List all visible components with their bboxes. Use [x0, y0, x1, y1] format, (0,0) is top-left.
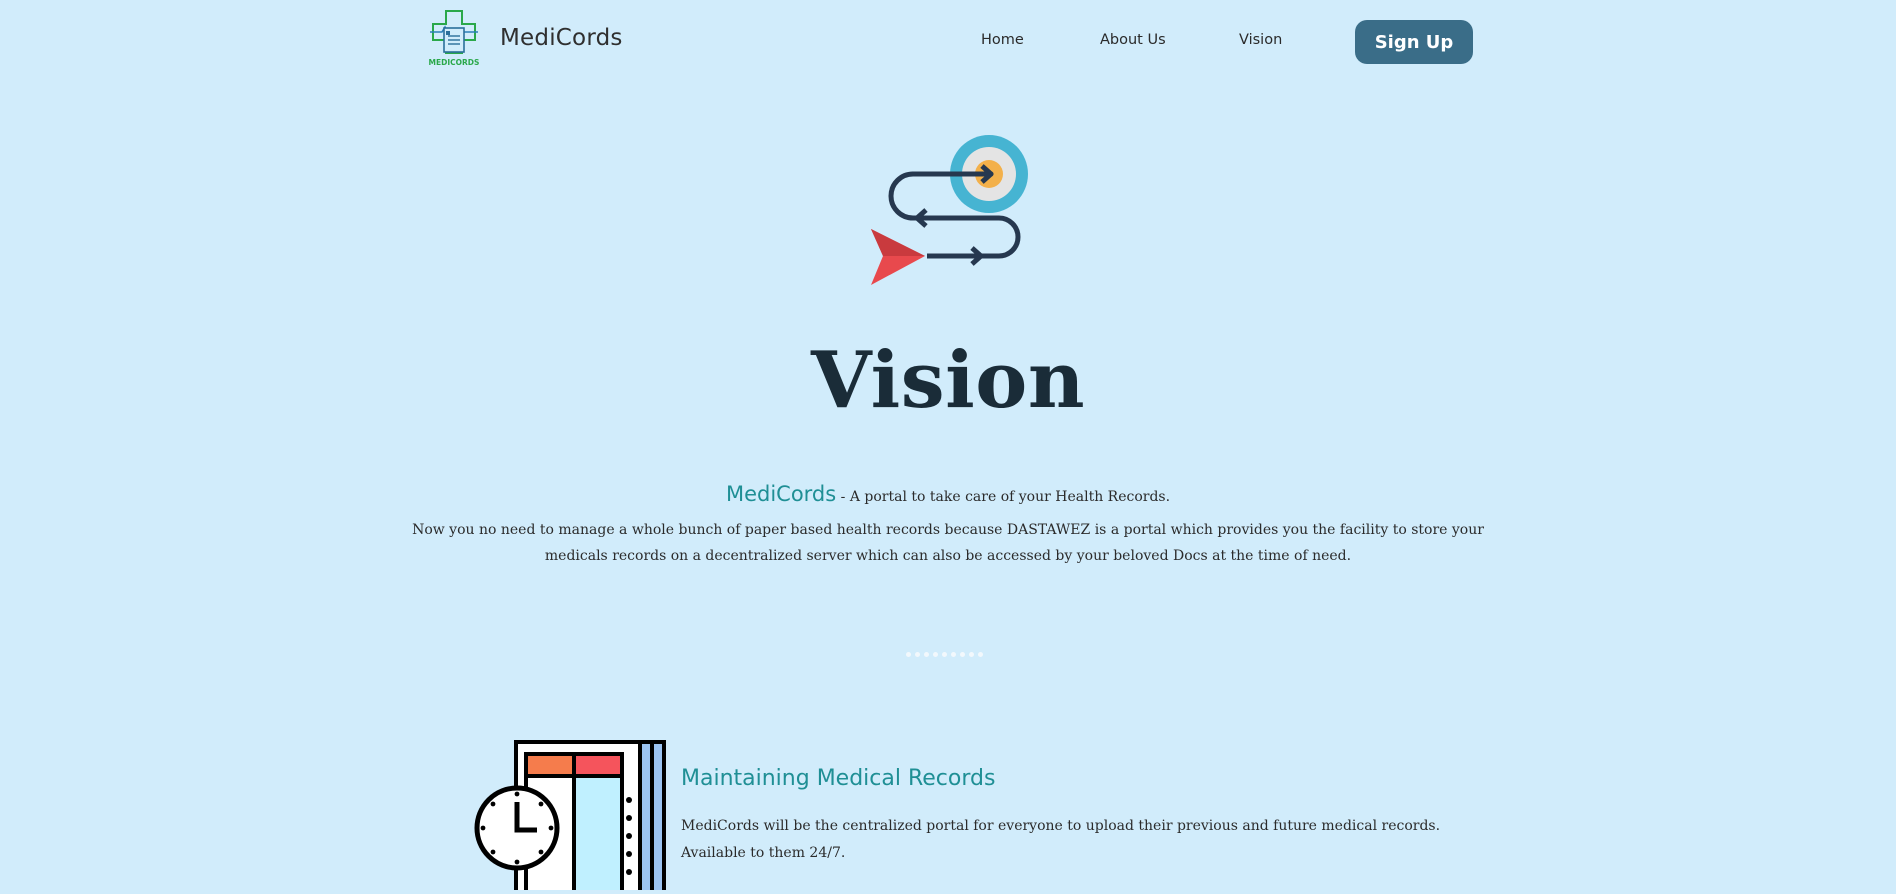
divider-dot — [960, 652, 965, 657]
feature-description: MediCords will be the centralized portal… — [681, 813, 1440, 867]
divider-dot — [942, 652, 947, 657]
medicords-logo[interactable]: MEDICORDS — [424, 8, 484, 68]
divider-dot — [969, 652, 974, 657]
section-divider-dots — [906, 652, 983, 657]
intro-brand: MediCords — [725, 482, 837, 506]
brand-name[interactable]: MediCords — [500, 25, 623, 51]
nav-link-home[interactable]: Home — [981, 32, 1024, 48]
feature-line-2: Available to them 24/7. — [681, 845, 846, 861]
page-title: Vision — [810, 335, 1086, 426]
divider-dot — [906, 652, 911, 657]
records-clock-icon — [472, 740, 668, 894]
divider-dot — [978, 652, 983, 657]
logo-text: MEDICORDS — [429, 58, 480, 67]
divider-dot — [951, 652, 956, 657]
intro-tagline-text: - A portal to take care of your Health R… — [836, 489, 1171, 505]
divider-dot — [924, 652, 929, 657]
navbar: MEDICORDS MediCords Home About Us Vision… — [0, 0, 1896, 84]
divider-dot — [933, 652, 938, 657]
target-arrow-icon — [868, 132, 1032, 288]
intro-description: Now you no need to manage a whole bunch … — [412, 522, 1484, 564]
sign-up-button[interactable]: Sign Up — [1355, 20, 1473, 64]
feature-title: Maintaining Medical Records — [681, 766, 996, 791]
intro-tagline: MediCords - A portal to take care of you… — [0, 482, 1896, 506]
divider-dot — [915, 652, 920, 657]
nav-link-vision[interactable]: Vision — [1239, 32, 1282, 48]
nav-link-about-us[interactable]: About Us — [1100, 32, 1166, 48]
feature-line-1: MediCords will be the centralized portal… — [681, 818, 1441, 834]
